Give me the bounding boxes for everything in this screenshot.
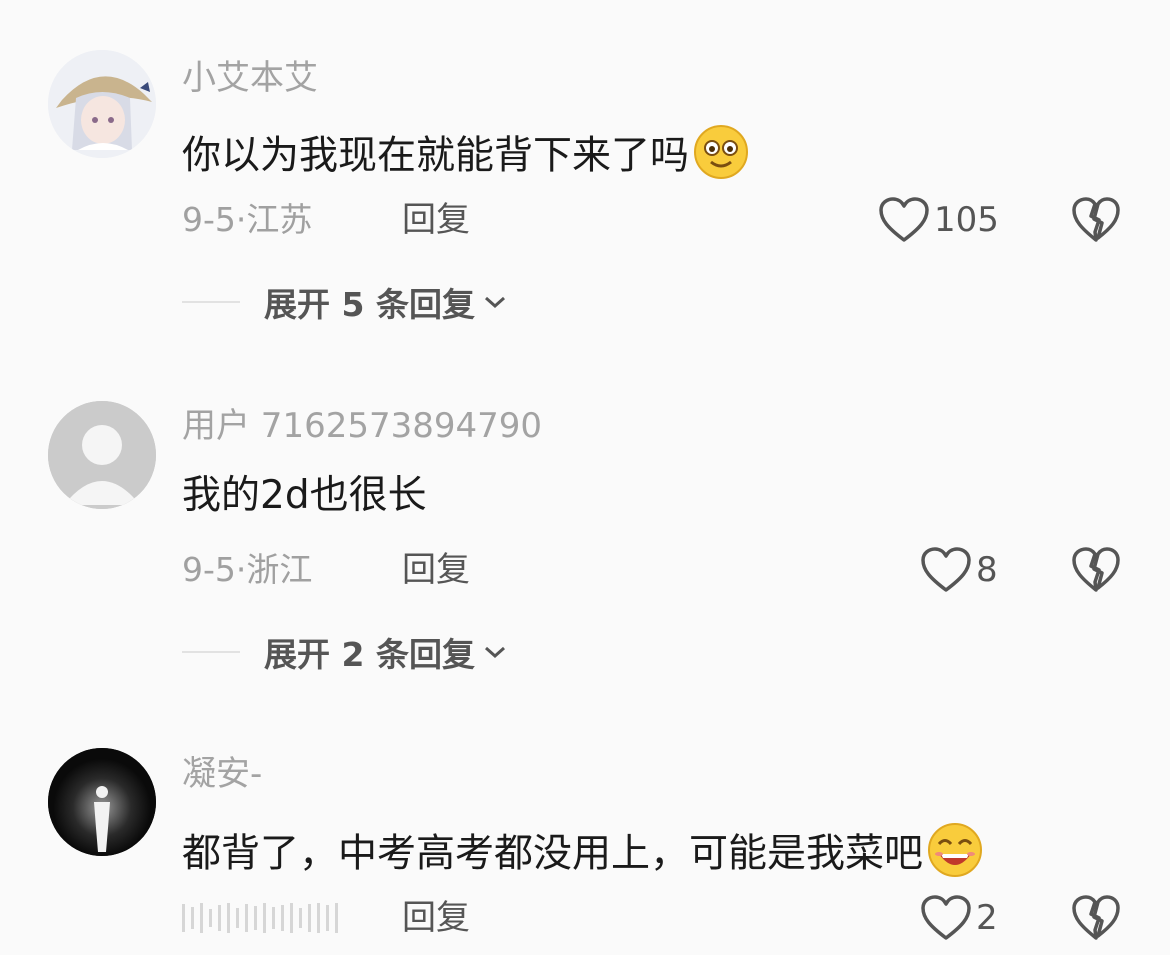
- like-button[interactable]: 2: [920, 893, 998, 943]
- comment-location: 浙江: [246, 550, 313, 589]
- broken-heart-icon: [1072, 197, 1120, 242]
- chevron-down-icon: [484, 296, 505, 309]
- divider-line: [182, 301, 240, 303]
- divider-line: [182, 651, 240, 653]
- comment-meta: 9-5·江苏: [182, 200, 312, 240]
- like-count: 8: [976, 550, 998, 590]
- redacted-meta: [182, 898, 344, 938]
- smile-emoji-icon: [693, 124, 749, 192]
- comment-text: 你以为我现在就能背下来了吗: [182, 124, 749, 192]
- expand-replies[interactable]: 展开 5 条回复: [182, 280, 507, 324]
- broken-heart-icon: [1072, 547, 1120, 592]
- heart-icon: [921, 895, 971, 940]
- comment-text-content: 都背了，中考高考都没用上，可能是我菜吧: [182, 831, 924, 877]
- dislike-button[interactable]: [1071, 196, 1121, 246]
- like-button[interactable]: 8: [920, 545, 998, 595]
- comment-text-content: 你以为我现在就能背下来了吗: [182, 133, 690, 179]
- dark-figure-avatar-image: [48, 748, 156, 856]
- meta-separator: ·: [235, 550, 247, 589]
- comment-meta: 9-5·浙江: [182, 550, 312, 590]
- reply-button[interactable]: 回复: [402, 550, 470, 590]
- dislike-button[interactable]: [1071, 546, 1121, 596]
- default-user-avatar-image: [48, 401, 156, 509]
- avatar[interactable]: [48, 748, 156, 856]
- expand-replies-label: 展开 5 条回复: [264, 285, 475, 324]
- anime-girl-avatar-image: [48, 50, 156, 158]
- comment-date: 9-5: [182, 200, 236, 239]
- reply-button[interactable]: 回复: [402, 200, 470, 240]
- heart-icon: [879, 197, 929, 242]
- like-button[interactable]: 105: [878, 195, 999, 245]
- chevron-down-icon: [484, 646, 505, 659]
- username[interactable]: 用户 7162573894790: [182, 406, 542, 446]
- dislike-button[interactable]: [1071, 894, 1121, 944]
- expand-replies[interactable]: 展开 2 条回复: [182, 630, 507, 674]
- comment-date: 9-5: [182, 550, 236, 589]
- username[interactable]: 小艾本艾: [182, 58, 318, 98]
- heart-icon: [921, 547, 971, 592]
- meta-separator: ·: [235, 200, 247, 239]
- comment-text: 我的2d也很长: [182, 473, 427, 518]
- comment-location: 江苏: [246, 200, 313, 239]
- broken-heart-icon: [1072, 895, 1120, 940]
- comment-text: 都背了，中考高考都没用上，可能是我菜吧: [182, 822, 983, 890]
- avatar[interactable]: [48, 50, 156, 158]
- avatar[interactable]: [48, 401, 156, 509]
- username[interactable]: 凝安-: [182, 754, 262, 794]
- expand-replies-label: 展开 2 条回复: [264, 635, 475, 674]
- grin-emoji-icon: [927, 822, 983, 890]
- like-count: 2: [976, 898, 998, 938]
- reply-button[interactable]: 回复: [402, 898, 470, 938]
- like-count: 105: [934, 200, 999, 240]
